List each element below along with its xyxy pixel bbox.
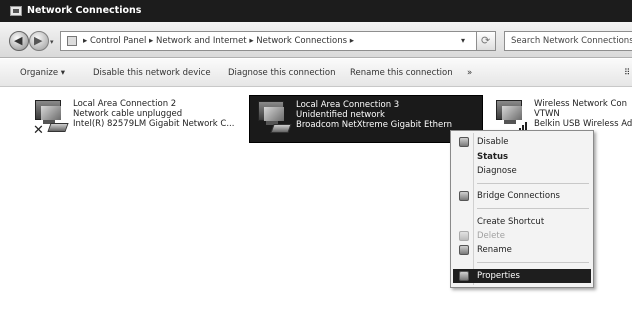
command-bar: Organize ▾ Disable this network device D… [0,59,632,87]
search-placeholder: Search Network Connections [511,36,632,46]
connection-status: Unidentified network [296,110,385,120]
shield-icon [459,271,469,281]
window-title: Network Connections [27,5,142,16]
connection-name: Local Area Connection 3 [296,100,400,110]
diagnose-button[interactable]: Diagnose this connection [228,68,336,78]
menu-item-properties[interactable]: Properties [453,269,591,283]
shield-icon [459,231,469,241]
title-bar: Network Connections [0,0,632,22]
menu-item-disable[interactable]: Disable [453,135,591,149]
connection-name: Wireless Network Con [534,99,627,109]
context-menu: Disable Status Diagnose Bridge Connectio… [450,130,594,288]
menu-separator [477,208,589,209]
disable-device-button[interactable]: Disable this network device [93,68,211,78]
menu-item-create-shortcut[interactable]: Create Shortcut [453,215,591,229]
network-adapter-icon [256,99,292,139]
control-panel-icon [67,36,77,46]
organize-button[interactable]: Organize ▾ [20,68,65,78]
shield-icon [459,245,469,255]
more-commands-button[interactable]: » [467,68,472,78]
forward-button[interactable]: ▶ [29,31,49,51]
view-options-button[interactable]: ⠿ [624,68,630,78]
connection-item-selected[interactable]: Local Area Connection 3 Unidentified net… [249,95,483,143]
refresh-button[interactable]: ⟳ [476,31,496,51]
forward-arrow-icon: ▶ [34,34,43,47]
address-dropdown-icon[interactable]: ▾ [461,36,465,45]
network-connections-icon [10,6,22,16]
menu-separator [477,262,589,263]
menu-item-status[interactable]: Status [453,150,591,164]
menu-item-rename[interactable]: Rename [453,243,591,257]
connection-status: VTWN [534,109,560,119]
back-button[interactable]: ◀ [9,31,29,51]
connection-adapter: Broadcom NetXtreme Gigabit Ethern [296,120,453,130]
menu-item-diagnose[interactable]: Diagnose [453,164,591,178]
disconnected-x-icon: ✕ [33,123,44,138]
refresh-icon: ⟳ [481,34,491,47]
rename-button[interactable]: Rename this connection [350,68,453,78]
menu-separator [477,183,589,184]
back-arrow-icon: ◀ [14,34,23,47]
recent-pages-dropdown[interactable]: ▾ [50,38,54,46]
connection-status: Network cable unplugged [73,109,183,119]
connection-name: Local Area Connection 2 [73,99,177,109]
breadcrumb[interactable]: ▸ Control Panel ▸ Network and Internet ▸… [83,36,354,46]
network-adapter-icon: ✕ [33,98,69,138]
menu-item-delete: Delete [453,229,591,243]
menu-item-bridge-connections[interactable]: Bridge Connections [453,189,591,203]
connection-adapter: Belkin USB Wireless Ad [534,119,632,129]
shield-icon [459,137,469,147]
address-bar[interactable]: ▸ Control Panel ▸ Network and Internet ▸… [60,31,496,51]
address-bar-area: ◀ ▶ ▾ ▸ Control Panel ▸ Network and Inte… [0,22,632,58]
search-input[interactable]: Search Network Connections [504,31,632,51]
shield-icon [459,191,469,201]
connection-adapter: Intel(R) 82579LM Gigabit Network C... [73,119,235,129]
connection-item[interactable]: ✕ Local Area Connection 2 Network cable … [27,95,247,143]
